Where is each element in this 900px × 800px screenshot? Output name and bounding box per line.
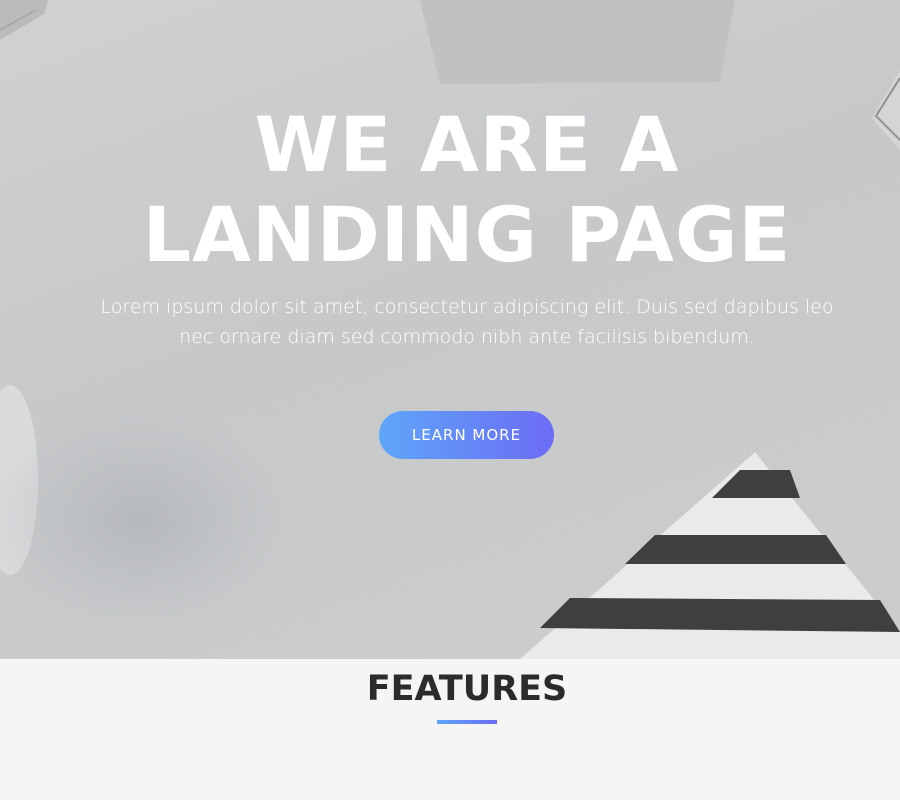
features-heading: FEATURES	[366, 669, 568, 709]
features-heading-underline	[437, 720, 497, 724]
learn-more-button[interactable]: LEARN MORE	[379, 411, 554, 459]
hero-title-line-2: LANDING PAGE	[142, 190, 792, 279]
hero-content: WE ARE A LANDING PAGE Lorem ipsum dolor …	[0, 0, 900, 659]
hero-title: WE ARE A LANDING PAGE	[0, 100, 900, 280]
hero-section: WE ARE A LANDING PAGE Lorem ipsum dolor …	[0, 0, 900, 659]
features-section: FEATURES	[0, 659, 900, 800]
hero-subtitle: Lorem ipsum dolor sit amet, consectetur …	[100, 296, 834, 348]
hero-title-line-1: WE ARE A	[254, 100, 680, 189]
